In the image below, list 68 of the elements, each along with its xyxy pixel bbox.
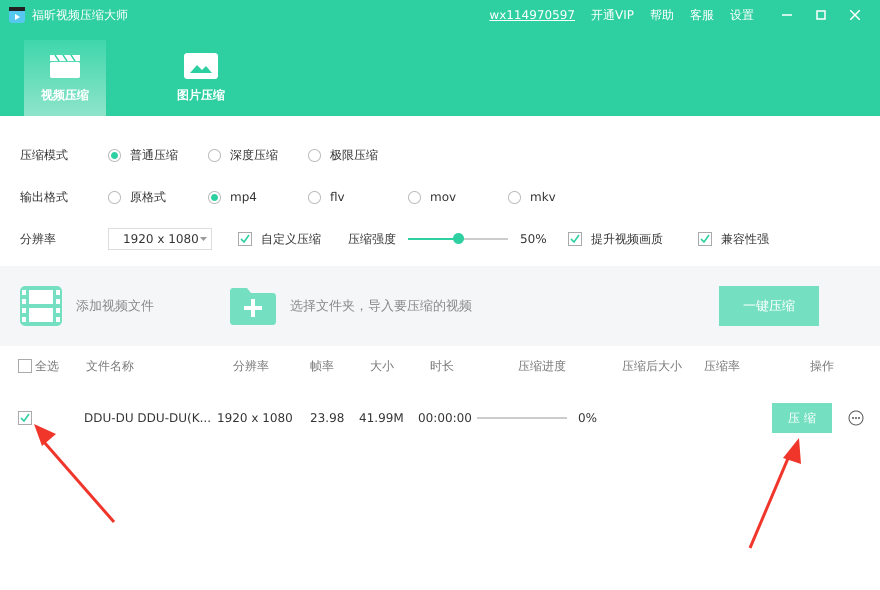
clapperboard-icon [49, 52, 81, 78]
checkbox-label: 自定义压缩 [261, 230, 321, 248]
tab[interactable]: 视频压缩 [24, 40, 106, 116]
header-link[interactable]: 客服 [690, 6, 714, 24]
column-header: 压缩后大小 [622, 358, 683, 374]
file-name-cell-text: DDU-DU DDU-DU(K... [84, 411, 212, 425]
app-logo-icon [8, 6, 26, 24]
option-label: mkv [530, 190, 556, 204]
column-header: 分辨率 [233, 358, 270, 374]
checkbox[interactable] [238, 232, 252, 246]
header-link[interactable]: 帮助 [650, 6, 674, 24]
option-label: mov [430, 190, 456, 204]
radio-button[interactable] [408, 190, 421, 204]
progress-value: 0% [578, 411, 598, 425]
image-icon [184, 52, 218, 78]
column-header: 操作 [810, 358, 835, 374]
column-header: 时长 [430, 358, 455, 374]
column-header: 帧率 [310, 358, 335, 374]
radio-button[interactable] [208, 190, 221, 204]
film-icon [20, 286, 62, 326]
checkbox[interactable] [698, 232, 712, 246]
more-icon[interactable] [848, 410, 864, 426]
option-label: 原格式 [130, 188, 166, 206]
close-icon[interactable] [850, 10, 860, 20]
checkbox[interactable] [18, 411, 32, 425]
setting-label: 压缩模式 [20, 146, 69, 164]
setting-label: 输出格式 [20, 188, 69, 206]
slider-value: 50% [520, 232, 548, 246]
checkbox-label: 兼容性强 [721, 230, 769, 248]
column-header: 压缩进度 [518, 358, 567, 374]
tab[interactable]: 图片压缩 [148, 40, 254, 116]
checkbox-label: 提升视频画质 [591, 230, 663, 248]
table-cell-text: 1920 x 1080 [217, 411, 294, 425]
setting-label: 压缩强度 [348, 230, 396, 248]
table-cell-text: 41.99M [359, 411, 405, 425]
select-all-label: 全选 [35, 358, 59, 374]
setting-label: 分辨率 [20, 230, 57, 248]
caret-icon [200, 237, 207, 241]
radio-button[interactable] [308, 190, 321, 204]
table-cell-text: 00:00:00 [418, 411, 473, 425]
app-title: 福昕视频压缩大师 [32, 6, 129, 24]
radio-button[interactable] [308, 148, 321, 162]
compress-button[interactable]: 压 缩 [772, 403, 832, 433]
checkbox[interactable] [568, 232, 582, 246]
compress-all-button[interactable]: 一键压缩 [719, 286, 819, 326]
radio-button[interactable] [108, 190, 121, 204]
radio-button[interactable] [108, 148, 121, 162]
option-label: 深度压缩 [230, 146, 278, 164]
column-header: 文件名称 [86, 358, 135, 374]
slider-thumb[interactable] [453, 233, 464, 244]
option-label: mp4 [230, 190, 257, 204]
resolution-dropdown[interactable]: 1920 x 1080 [108, 228, 212, 250]
radio-button[interactable] [508, 190, 521, 204]
maximize-icon[interactable] [816, 10, 826, 20]
folder-add-icon [230, 287, 276, 325]
option-label: 普通压缩 [130, 146, 178, 164]
header-link[interactable]: 设置 [730, 6, 754, 24]
radio-button[interactable] [208, 148, 221, 162]
option-label: 极限压缩 [330, 146, 378, 164]
table-cell-text: 23.98 [310, 411, 346, 425]
checkbox[interactable] [18, 359, 32, 373]
option-label: flv [330, 190, 345, 204]
add-folder-link[interactable]: 选择文件夹，导入要压缩的视频 [290, 297, 472, 315]
column-header: 大小 [370, 358, 395, 374]
header-link[interactable]: 开通VIP [591, 6, 634, 24]
account-link[interactable]: wx114970597 [489, 8, 576, 22]
add-file-link[interactable]: 添加视频文件 [76, 297, 154, 315]
column-header: 压缩率 [704, 358, 741, 374]
